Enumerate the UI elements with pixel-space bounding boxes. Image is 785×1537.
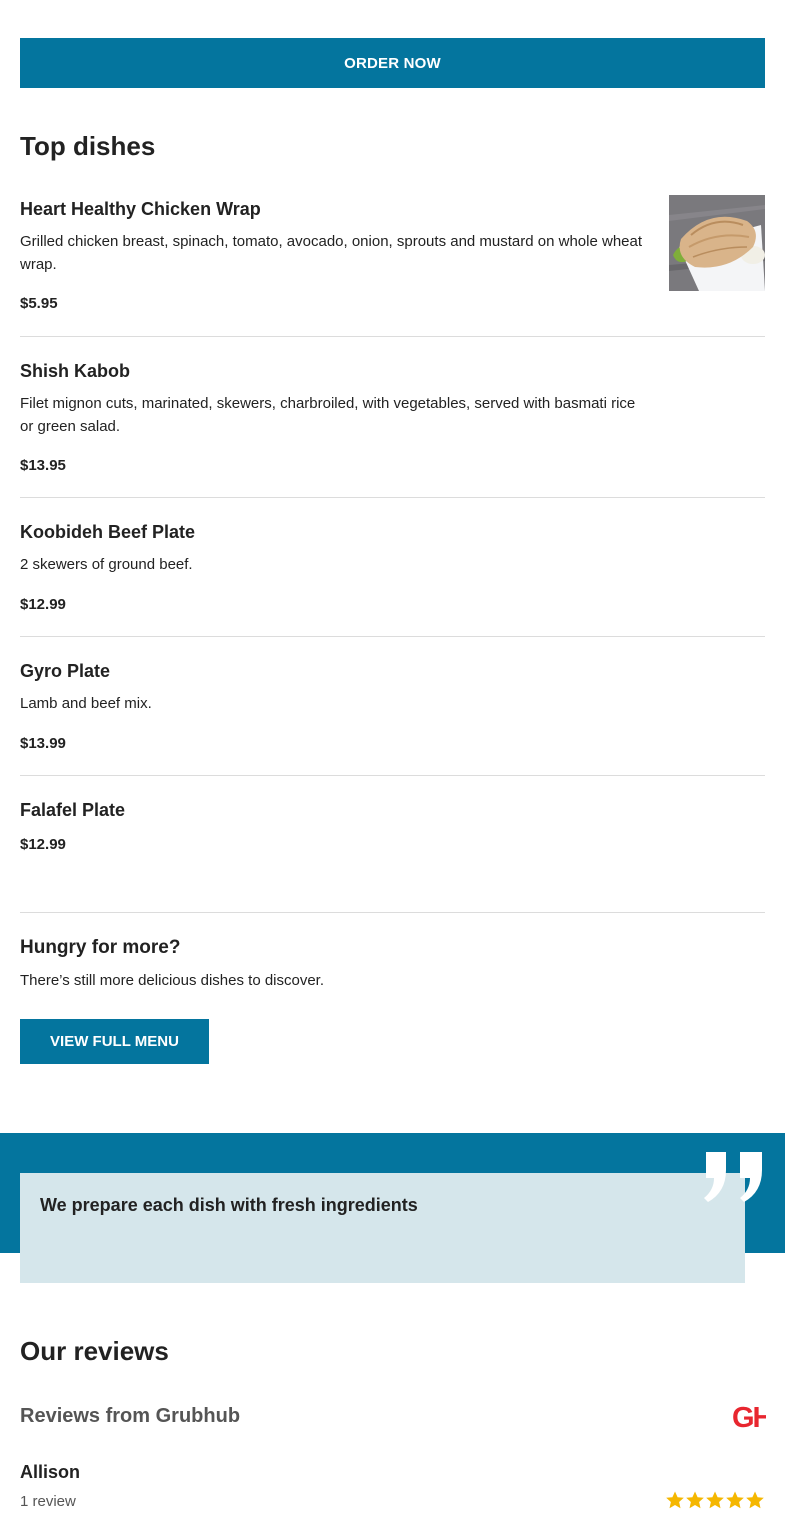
dish-price: $13.95 <box>20 457 66 474</box>
quote-mark-icon <box>704 1152 762 1202</box>
dish-item[interactable]: Heart Healthy Chicken Wrap Grilled chick… <box>20 176 765 337</box>
review-count: 1 review <box>20 1493 76 1510</box>
dish-price: $5.95 <box>20 295 58 312</box>
star-icon <box>726 1491 744 1509</box>
dish-price: $12.99 <box>20 596 66 613</box>
order-now-button[interactable]: ORDER NOW <box>20 38 765 88</box>
dish-price: $13.99 <box>20 735 66 752</box>
grubhub-logo-text: GH <box>732 1402 766 1431</box>
dish-description: Grilled chicken breast, spinach, tomato,… <box>20 233 643 273</box>
dish-description: Filet mignon cuts, marinated, skewers, c… <box>20 395 636 435</box>
dish-image[interactable] <box>669 195 765 291</box>
dish-name: Heart Healthy Chicken Wrap <box>20 199 261 219</box>
star-icon <box>666 1491 684 1509</box>
reviews-title: Our reviews <box>20 1336 169 1366</box>
more-text: There’s still more delicious dishes to d… <box>20 972 325 989</box>
dish-description: Lamb and beef mix. <box>20 695 152 712</box>
dish-name: Koobideh Beef Plate <box>20 522 196 542</box>
dish-item[interactable]: Koobideh Beef Plate 2 skewers of ground … <box>20 498 765 637</box>
star-icon <box>686 1491 704 1509</box>
top-dishes-title: Top dishes <box>20 131 156 161</box>
dish-name: Gyro Plate <box>20 661 111 681</box>
dish-list: Heart Healthy Chicken Wrap Grilled chick… <box>20 176 765 913</box>
quote-box: We prepare each dish with fresh ingredie… <box>20 1173 745 1283</box>
dish-item[interactable]: Shish Kabob Filet mignon cuts, marinated… <box>20 337 765 498</box>
chicken-wrap-photo <box>669 195 765 291</box>
dish-item[interactable]: Gyro Plate Lamb and beef mix. $13.99 <box>20 637 765 776</box>
star-rating <box>665 1490 765 1510</box>
dish-item[interactable]: Falafel Plate $12.99 <box>20 776 765 913</box>
reviews-source-label: Reviews from Grubhub <box>20 1405 241 1427</box>
dish-description: 2 skewers of ground beef. <box>20 556 193 573</box>
dish-name: Falafel Plate <box>20 800 126 820</box>
star-icon <box>706 1491 724 1509</box>
dish-price: $12.99 <box>20 836 66 853</box>
reviewer-name: Allison <box>20 1462 81 1482</box>
grubhub-logo: GH <box>732 1402 766 1431</box>
quote-text: We prepare each dish with fresh ingredie… <box>40 1195 418 1215</box>
view-full-menu-button[interactable]: VIEW FULL MENU <box>20 1019 209 1064</box>
star-icon <box>746 1491 764 1509</box>
more-title: Hungry for more? <box>20 937 181 958</box>
dish-name: Shish Kabob <box>20 361 131 381</box>
